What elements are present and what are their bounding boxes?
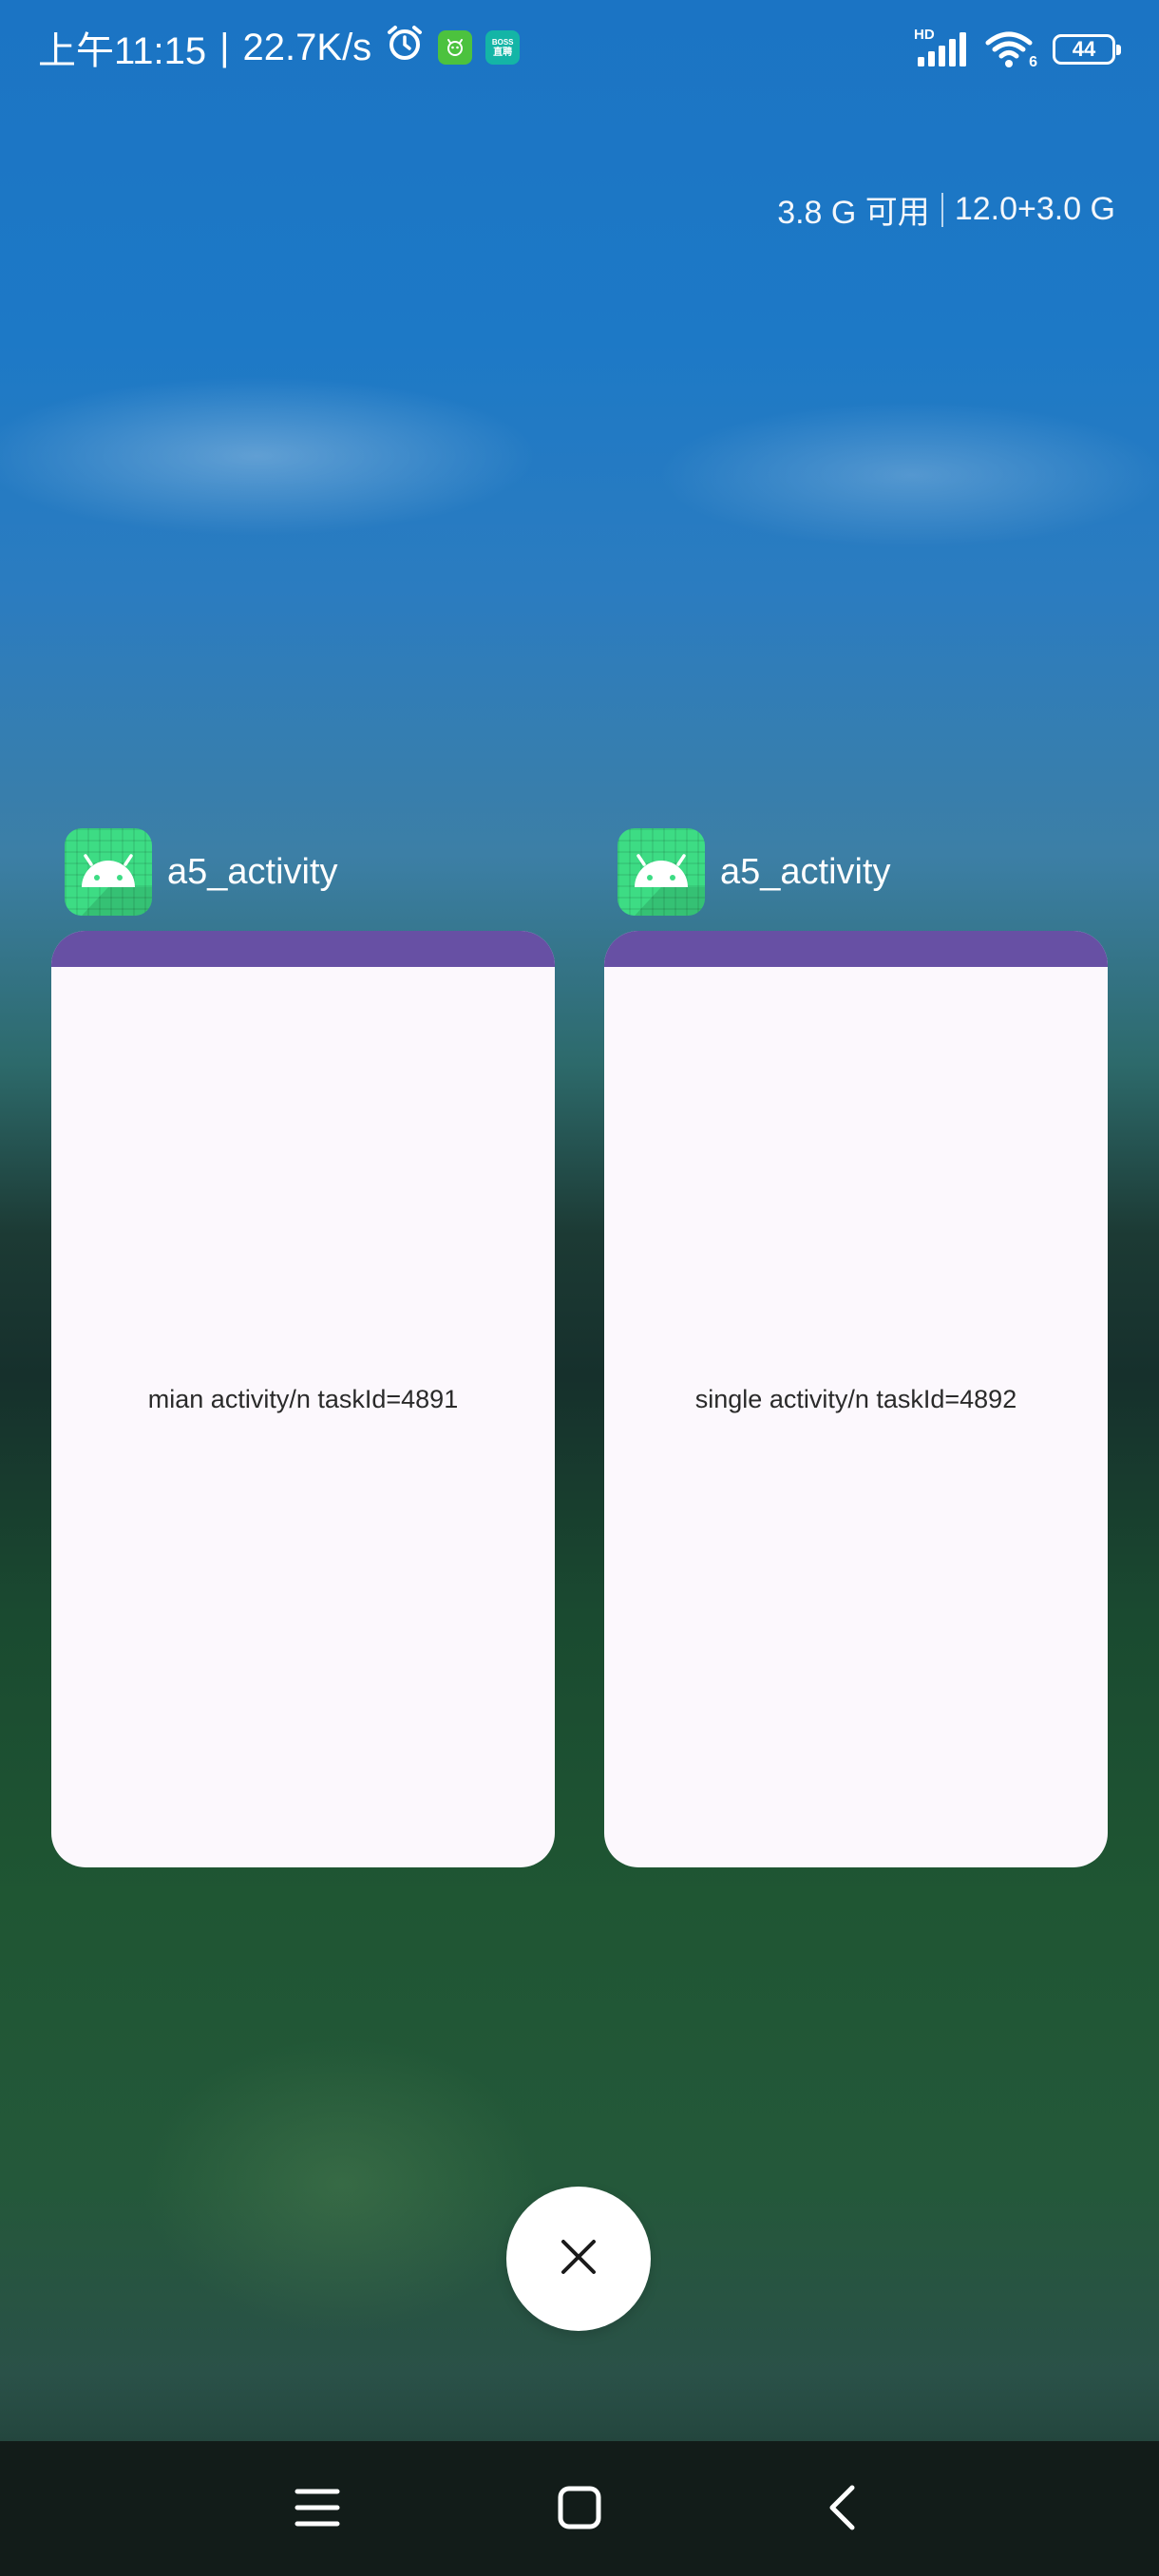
memory-divider: [940, 192, 943, 227]
alarm-icon: [385, 23, 425, 72]
home-icon: [558, 2486, 601, 2533]
app-content-text: mian activity/n taskId=4891: [147, 1384, 459, 1413]
android-icon: [618, 828, 705, 916]
battery-level: 44: [1072, 37, 1096, 61]
wifi-badge: 6: [1029, 54, 1037, 70]
status-right: HD 6 44: [914, 27, 1121, 72]
card-header: a5_activity: [618, 828, 891, 916]
memory-info: 3.8 G 可用 12.0+3.0 G: [777, 186, 1115, 233]
status-time: 上午11:15: [38, 30, 207, 72]
back-icon: [826, 2484, 857, 2535]
navigation-bar: [0, 2441, 1159, 2576]
network-speed: 22.7K/s: [242, 26, 372, 68]
android-icon: [65, 828, 152, 916]
app-preview[interactable]: single activity/n taskId=4892: [604, 931, 1108, 1867]
menu-icon: [294, 2487, 340, 2532]
boss-icon-text-bottom: 直聘: [493, 47, 513, 58]
card-header: a5_activity: [65, 828, 338, 916]
hd-signal-icon: HD: [914, 27, 969, 68]
wifi-icon: 6: [984, 29, 1037, 70]
close-icon: [560, 2238, 598, 2280]
app-notification-icon: [438, 30, 473, 65]
app-title: a5_activity: [167, 851, 338, 892]
status-separator: |: [219, 26, 230, 68]
memory-available: 3.8 G 可用: [777, 195, 930, 231]
back-button[interactable]: [804, 2472, 880, 2548]
memory-total: 12.0+3.0 G: [954, 191, 1115, 227]
status-bar: 上午11:15 | 22.7K/s BOSS 直聘 HD 6 44: [0, 0, 1159, 99]
boss-zhipin-icon: BOSS 直聘: [485, 30, 521, 65]
app-title: a5_activity: [720, 851, 891, 892]
status-left: 上午11:15 | 22.7K/s BOSS 直聘: [38, 21, 521, 74]
app-content-text: single activity/n taskId=4892: [694, 1384, 1017, 1413]
clear-all-button[interactable]: [506, 2187, 651, 2331]
battery-icon: 44: [1053, 34, 1121, 65]
boss-icon-text-top: BOSS: [491, 38, 514, 47]
app-preview[interactable]: mian activity/n taskId=4891: [51, 931, 555, 1867]
home-button[interactable]: [542, 2472, 618, 2548]
menu-button[interactable]: [279, 2472, 355, 2548]
